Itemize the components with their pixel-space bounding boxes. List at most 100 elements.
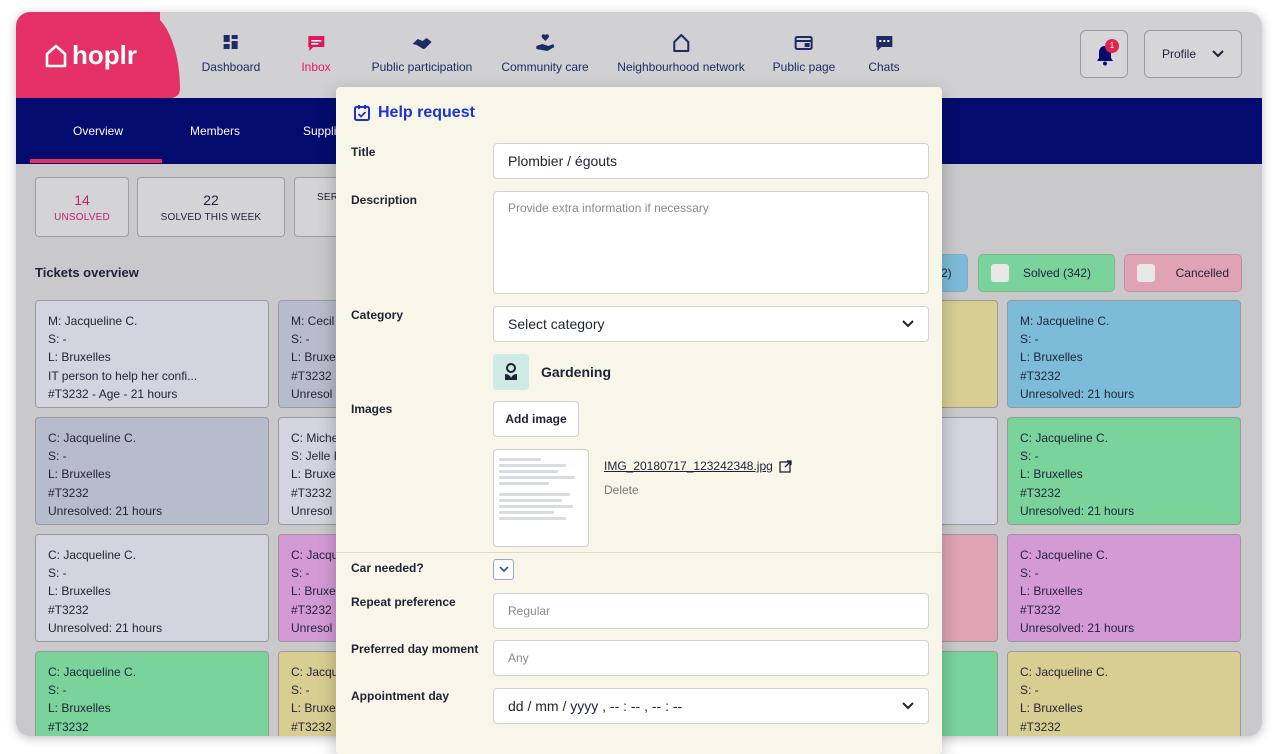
stat-label: SOLVED THIS WEEK <box>160 212 262 223</box>
ticket-line: S: - <box>1020 449 1039 464</box>
ticket-line: Unresolved: 21 hours <box>1020 503 1135 518</box>
nav-label: Inbox <box>301 60 331 74</box>
ticket-line: #T3232 <box>1020 602 1061 617</box>
filter-label: Cancelled <box>1175 266 1229 280</box>
gardening-icon <box>493 354 529 390</box>
divider <box>336 552 942 553</box>
ticket-line: L: Bruxelles <box>1020 350 1083 365</box>
ticket-line: #T3232 <box>1020 485 1061 500</box>
ticket-card[interactable]: C: Jacqueline C. S: - L: Bruxelles #T323… <box>1007 651 1241 736</box>
chevron-down-icon <box>902 320 914 328</box>
nav-dashboard[interactable]: Dashboard <box>202 32 260 74</box>
ticket-line: L: Bruxelles <box>48 584 111 599</box>
filter-checkbox[interactable] <box>1137 264 1155 282</box>
category-tag[interactable]: Gardening <box>493 354 611 390</box>
ticket-line: #T3232 <box>48 719 89 734</box>
description-placeholder: Provide extra information if necessary <box>508 201 709 215</box>
subnav-suppliers[interactable]: Suppli <box>303 124 336 138</box>
appointment-day-input[interactable]: dd / mm / yyyy , -- : -- , -- : -- <box>493 688 929 724</box>
ticket-line: S: - <box>48 332 67 347</box>
nav-community-care[interactable]: Community care <box>501 32 589 74</box>
ticket-card[interactable]: C: Jacqueline C. S: - L: Bruxelles #T323… <box>35 651 269 736</box>
moment-placeholder: Any <box>508 651 529 665</box>
modal-title-text: Help request <box>378 104 475 121</box>
hoplr-logo[interactable]: hoplr <box>44 40 137 71</box>
tickets-overview-title: Tickets overview <box>35 265 139 280</box>
ticket-card[interactable]: C: Jacqueline C. S: - L: Bruxelles #T323… <box>1007 534 1241 642</box>
preferred-day-moment-input[interactable]: Any <box>493 640 929 676</box>
nav-label: Chats <box>868 60 900 74</box>
filter-label: 2) <box>941 266 952 280</box>
ticket-line: M: Jacqueline C. <box>1020 314 1110 328</box>
house-logo-icon <box>45 44 67 67</box>
ticket-line: Unresolved: 21 hours <box>1020 386 1135 401</box>
chevron-down-icon <box>498 566 509 573</box>
care-icon <box>535 34 554 51</box>
nav-chats[interactable]: Chats <box>868 32 900 74</box>
ticket-line: C: Jacqueline C. <box>48 665 137 679</box>
delete-image-link[interactable]: Delete <box>604 483 639 497</box>
nav-public-page[interactable]: Public page <box>773 32 835 74</box>
repeat-preference-input[interactable]: Regular <box>493 593 929 629</box>
ticket-line: S: - <box>1020 566 1039 581</box>
ticket-card[interactable]: C: Jacqueline C. S: - L: Bruxelles #T323… <box>1007 417 1241 525</box>
nav-neighbourhood-network[interactable]: Neighbourhood network <box>617 32 745 74</box>
filter-checkbox[interactable] <box>991 264 1009 282</box>
subnav-overview[interactable]: Overview <box>73 124 123 138</box>
nav-label: Public participation <box>371 60 473 74</box>
ticket-line: L: Bruxelles <box>1020 467 1083 482</box>
image-file-link[interactable]: IMG_20180717_123242348.jpg <box>604 459 792 473</box>
ticket-card[interactable]: C: Jacqueline C. S: - L: Bruxelles #T323… <box>35 534 269 642</box>
car-needed-toggle[interactable] <box>493 559 514 580</box>
ticket-line: #T3232 <box>48 602 89 617</box>
ticket-line: C: Jacqueline C. <box>1020 665 1109 679</box>
profile-dropdown[interactable]: Profile <box>1144 30 1242 78</box>
notifications-button[interactable]: 1 <box>1080 30 1128 78</box>
car-needed-label: Car needed? <box>351 561 424 575</box>
help-request-modal: Help request Title Plombier / égouts Des… <box>336 87 942 754</box>
title-label: Title <box>351 145 376 159</box>
ticket-line: S: - <box>1020 683 1039 698</box>
chevron-down-icon <box>1212 50 1224 58</box>
modal-title: Help request <box>353 104 475 122</box>
ticket-line: #T3232 <box>1020 368 1061 383</box>
ticket-line: #T3232 - Age - 21 hours <box>48 386 178 401</box>
ticket-line: L: Bruxelles <box>48 467 111 482</box>
nav-label: Community care <box>501 60 589 74</box>
category-label: Category <box>351 308 404 322</box>
add-image-button[interactable]: Add image <box>493 401 579 437</box>
ticket-card[interactable]: M: Jacqueline C. S: - L: Bruxelles IT pe… <box>35 300 269 408</box>
external-link-icon <box>779 459 792 473</box>
category-tag-label: Gardening <box>541 364 612 380</box>
handshake-icon <box>412 38 432 49</box>
dashboard-icon <box>224 35 238 49</box>
image-thumbnail[interactable] <box>493 449 589 547</box>
ticket-line: C: Jacqueline C. <box>48 431 137 445</box>
category-select[interactable]: Select category <box>493 306 929 342</box>
ticket-line: L: Bruxelles <box>48 350 111 365</box>
file-name: IMG_20180717_123242348.jpg <box>604 459 773 473</box>
filter-label: Solved (342) <box>1023 266 1092 280</box>
description-textarea[interactable]: Provide extra information if necessary <box>493 191 929 294</box>
stat-solved-this-week[interactable]: 22 SOLVED THIS WEEK <box>137 177 285 237</box>
filter-cancelled[interactable]: Cancelled <box>1124 254 1242 292</box>
ticket-line: S: - <box>48 683 67 698</box>
filter-solved[interactable]: Solved (342) <box>978 254 1115 292</box>
subnav-members[interactable]: Members <box>190 124 240 138</box>
ticket-card[interactable]: M: Jacqueline C. S: - L: Bruxelles #T323… <box>1007 300 1241 408</box>
ticket-card[interactable]: C: Jacqueline C. S: - L: Bruxelles #T323… <box>35 417 269 525</box>
stat-value: 14 <box>74 192 90 208</box>
nav-public-participation[interactable]: Public participation <box>371 32 473 74</box>
ticket-line: C: Jacqueline C. <box>1020 548 1109 562</box>
appointment-day-label: Appointment day <box>351 689 449 703</box>
inbox-icon <box>307 36 324 51</box>
nav-inbox[interactable]: Inbox <box>301 32 331 74</box>
category-select-value: Select category <box>508 316 605 332</box>
ticket-line: C: Jacqueline C. <box>48 548 137 562</box>
ticket-line: L: Bruxelles <box>1020 584 1083 599</box>
house-icon <box>672 34 689 52</box>
ticket-line: #T3232 <box>1020 719 1061 734</box>
title-input[interactable]: Plombier / égouts <box>493 143 929 179</box>
ticket-line: #T3232 <box>48 485 89 500</box>
stat-unsolved[interactable]: 14 UNSOLVED <box>35 177 129 237</box>
